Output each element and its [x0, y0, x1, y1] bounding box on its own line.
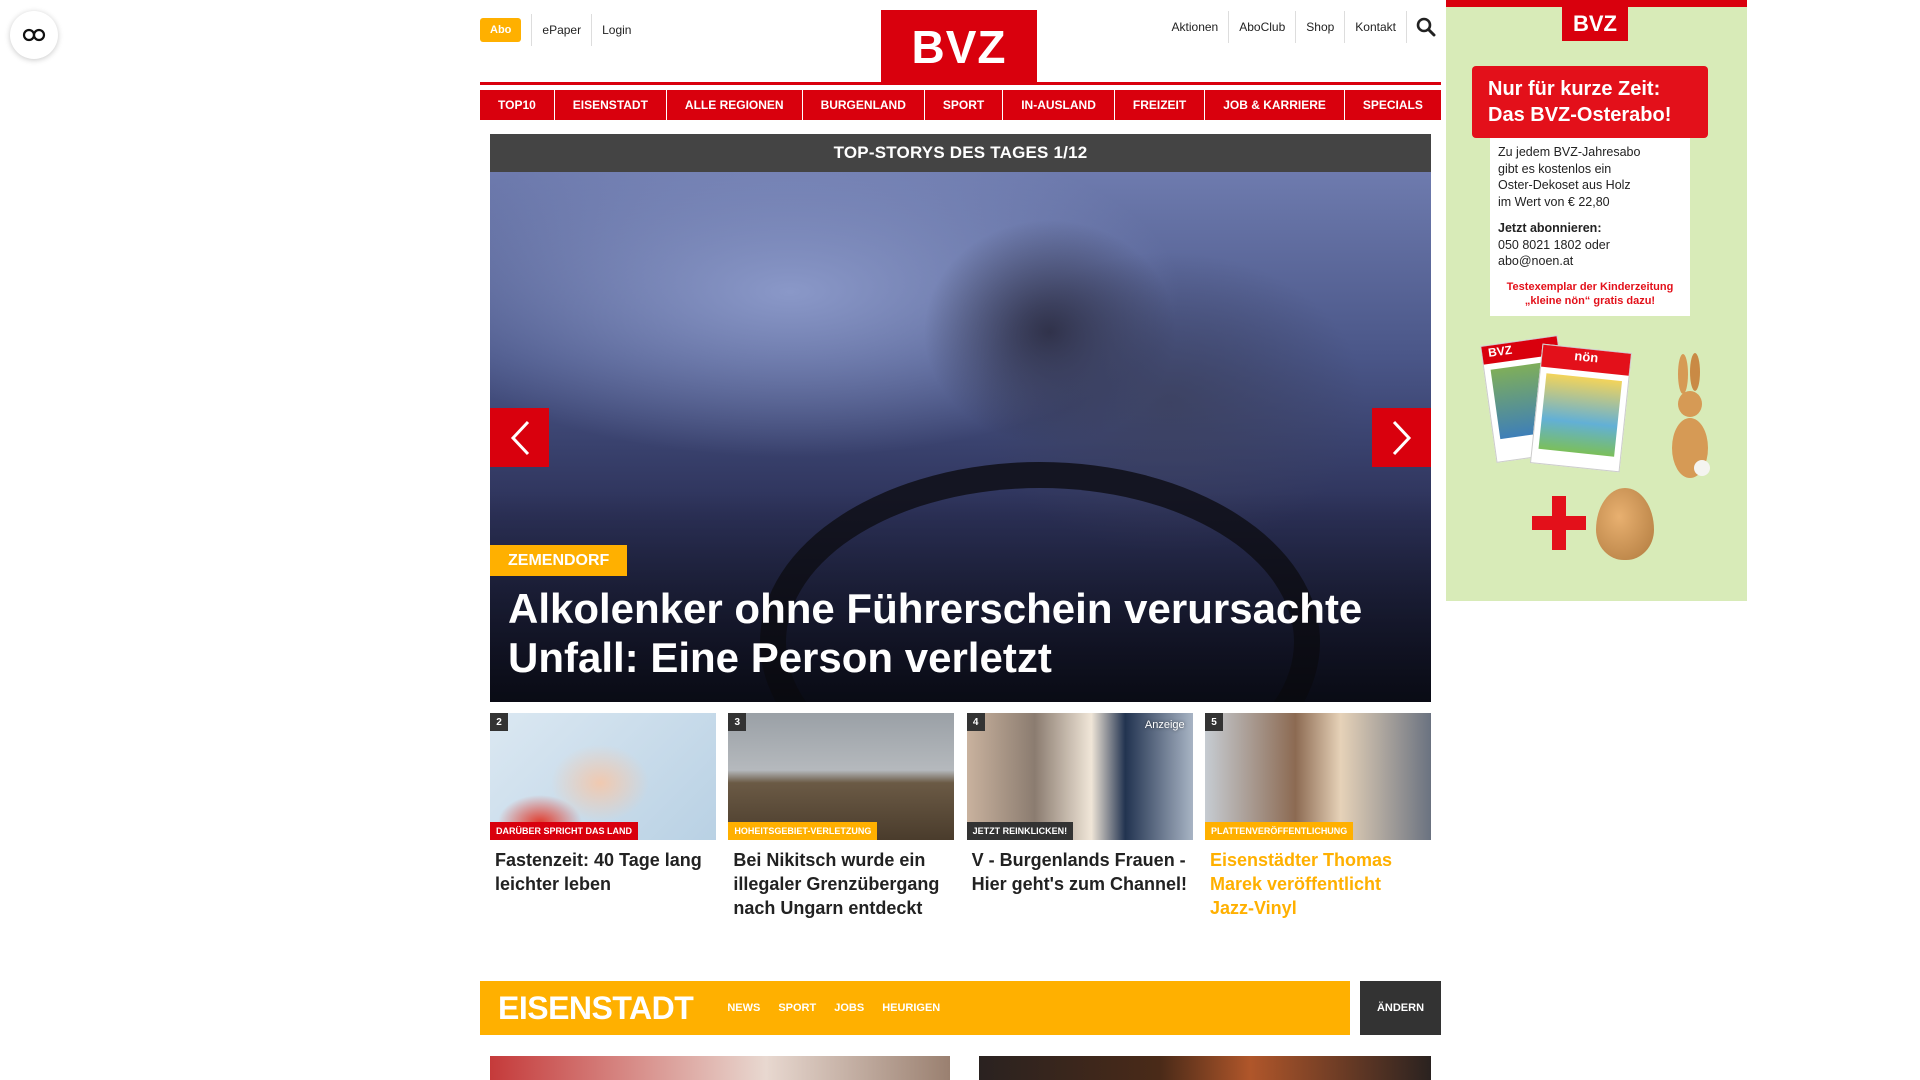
teaser-title[interactable]: Fastenzeit: 40 Tage lang leichter leben: [490, 840, 716, 896]
ad-phone: 050 8021 1802 oder: [1498, 237, 1610, 252]
region-link-news[interactable]: NEWS: [727, 1002, 760, 1014]
hero-category-tag[interactable]: ZEMENDORF: [490, 545, 628, 576]
abo-button[interactable]: Abo: [480, 18, 522, 42]
ad-body-line: im Wert von € 22,80: [1498, 194, 1610, 209]
teaser-card[interactable]: 5 PLATTENVERÖFFENTLICHUNG Eisenstädter T…: [1204, 713, 1431, 920]
top-bar-left: Abo ePaper Login: [480, 14, 641, 46]
magazine-logo: nön: [1541, 344, 1631, 376]
teaser-card[interactable]: 4 Anzeige JETZT REINKLICKEN! V - Burgenl…: [966, 713, 1193, 920]
glasses-icon: [22, 28, 46, 42]
epaper-link[interactable]: ePaper: [532, 14, 591, 46]
wooden-egg-icon: [1596, 488, 1654, 560]
top-bar: Abo ePaper Login BVZ Aktionen AboClub Sh…: [480, 0, 1441, 83]
divider: [1406, 11, 1407, 43]
region-link-jobs[interactable]: JOBS: [834, 1002, 864, 1014]
teaser-number: 4: [966, 713, 985, 731]
ad-headline-line: Nur für kurze Zeit:: [1488, 78, 1661, 100]
teaser-title[interactable]: Eisenstädter Thomas Marek veröffentlicht…: [1205, 840, 1431, 920]
story-teasers: 2 DARÜBER SPRICHT DAS LAND Fastenzeit: 4…: [490, 713, 1431, 920]
teaser-tag: HOHEITSGEBIET-VERLETZUNG: [728, 822, 878, 840]
ad-magazines: BVZ nön: [1480, 330, 1633, 476]
ad-cta: Jetzt abonnieren:: [1498, 221, 1602, 235]
teaser-card[interactable]: 3 HOHEITSGEBIET-VERLETZUNG Bei Nikitsch …: [728, 713, 955, 920]
region-story-image[interactable]: [979, 1056, 1431, 1080]
ad-offer-line: Testexemplar der Kinderzeitung: [1506, 281, 1674, 293]
nav-item-sport[interactable]: SPORT: [924, 90, 1003, 120]
nav-item-job-karriere[interactable]: JOB & KARRIERE: [1205, 90, 1344, 120]
ad-email: abo@noen.at: [1498, 254, 1574, 268]
ad-offer-line: „kleine nön“ gratis dazu!: [1524, 295, 1656, 307]
region-link-heurigen[interactable]: HEURIGEN: [882, 1002, 940, 1014]
region-title[interactable]: EISENSTADT: [498, 990, 694, 1027]
login-link[interactable]: Login: [592, 14, 641, 46]
region-bar: EISENSTADT NEWS SPORT JOBS HEURIGEN: [480, 981, 1350, 1035]
bvz-logo[interactable]: BVZ: [881, 10, 1037, 83]
ad-headline: Nur für kurze Zeit: Das BVZ-Osterabo!: [1472, 66, 1708, 138]
nav-item-alle-regionen[interactable]: ALLE REGIONEN: [666, 90, 802, 120]
osterabo-advertisement[interactable]: BVZ Nur für kurze Zeit: Das BVZ-Osterabo…: [1446, 0, 1747, 601]
top-bar-right: Aktionen AboClub Shop Kontakt: [1162, 11, 1441, 43]
region-story-images: [490, 1056, 1431, 1080]
magazine-photo: [1538, 373, 1623, 457]
slider-prev-button[interactable]: [490, 408, 549, 467]
plus-icon: [1532, 496, 1586, 550]
ad-top-rule: [1446, 0, 1747, 7]
region-section-header: EISENSTADT NEWS SPORT JOBS HEURIGEN ÄNDE…: [480, 981, 1441, 1035]
wooden-bunny-icon: [1672, 353, 1710, 478]
kontakt-link[interactable]: Kontakt: [1345, 11, 1406, 43]
teaser-tag: PLATTENVERÖFFENTLICHUNG: [1204, 822, 1354, 840]
teaser-tag: DARÜBER SPRICHT DAS LAND: [490, 822, 639, 840]
top-stories-heading: TOP-STORYS DES TAGES 1/12: [490, 134, 1431, 172]
teaser-number: 5: [1204, 713, 1223, 731]
nav-item-eisenstadt[interactable]: EISENSTADT: [554, 90, 666, 120]
teaser-tag: JETZT REINKLICKEN!: [966, 822, 1074, 840]
search-button[interactable]: [1411, 11, 1441, 43]
change-region-button[interactable]: ÄNDERN: [1360, 981, 1441, 1035]
region-story-image[interactable]: [490, 1056, 950, 1080]
ad-label: Anzeige: [1144, 719, 1185, 731]
chevron-right-icon: [1392, 420, 1411, 455]
aboclub-link[interactable]: AboClub: [1229, 11, 1295, 43]
nav-item-burgenland[interactable]: BURGENLAND: [802, 90, 924, 120]
teaser-number: 3: [728, 713, 747, 731]
shop-link[interactable]: Shop: [1296, 11, 1344, 43]
slider-next-button[interactable]: [1372, 408, 1431, 467]
main-nav: TOP10 EISENSTADT ALLE REGIONEN BURGENLAN…: [480, 90, 1441, 120]
ad-headline-line: Das BVZ-Osterabo!: [1488, 104, 1672, 126]
teaser-number: 2: [490, 713, 508, 731]
chevron-left-icon: [510, 420, 529, 455]
teaser-title[interactable]: Bei Nikitsch wurde ein illegaler Grenzüb…: [728, 840, 954, 920]
accessibility-button[interactable]: [10, 11, 58, 59]
teaser-image[interactable]: 5 PLATTENVERÖFFENTLICHUNG: [1204, 713, 1431, 840]
ad-body-line: Oster-Dekoset aus Holz: [1498, 178, 1631, 192]
page-content: Abo ePaper Login BVZ Aktionen AboClub Sh…: [480, 0, 1441, 1080]
kleine-noen-magazine-cover: nön: [1529, 343, 1633, 473]
teaser-image[interactable]: 3 HOHEITSGEBIET-VERLETZUNG: [728, 713, 955, 840]
region-link-sport[interactable]: SPORT: [778, 1002, 816, 1014]
aktionen-link[interactable]: Aktionen: [1162, 11, 1229, 43]
search-icon: [1416, 17, 1436, 37]
teaser-card[interactable]: 2 DARÜBER SPRICHT DAS LAND Fastenzeit: 4…: [490, 713, 716, 920]
teaser-title[interactable]: V - Burgenlands Frauen - Hier geht's zum…: [967, 840, 1193, 896]
nav-item-in-ausland[interactable]: IN-AUSLAND: [1003, 90, 1114, 120]
ad-offer-note: Testexemplar der Kinderzeitung „kleine n…: [1490, 280, 1690, 314]
ad-bvz-logo: BVZ: [1562, 7, 1628, 41]
teaser-image[interactable]: 2 DARÜBER SPRICHT DAS LAND: [490, 713, 716, 840]
nav-item-specials[interactable]: SPECIALS: [1344, 90, 1441, 120]
header-rule: [480, 82, 1441, 85]
ad-body-line: gibt es kostenlos ein: [1498, 161, 1612, 176]
nav-item-top10[interactable]: TOP10: [480, 90, 554, 120]
nav-item-freizeit[interactable]: FREIZEIT: [1114, 90, 1205, 120]
teaser-image[interactable]: 4 Anzeige JETZT REINKLICKEN!: [966, 713, 1193, 840]
hero-image[interactable]: ZEMENDORF Alkolenker ohne Führerschein v…: [490, 172, 1431, 702]
top-stories-slider: TOP-STORYS DES TAGES 1/12 ZEMENDORF Alko…: [490, 134, 1431, 702]
hero-headline[interactable]: Alkolenker ohne Führerschein verursachte…: [508, 584, 1408, 682]
ad-body-line: Zu jedem BVZ-Jahresabo: [1498, 145, 1641, 159]
